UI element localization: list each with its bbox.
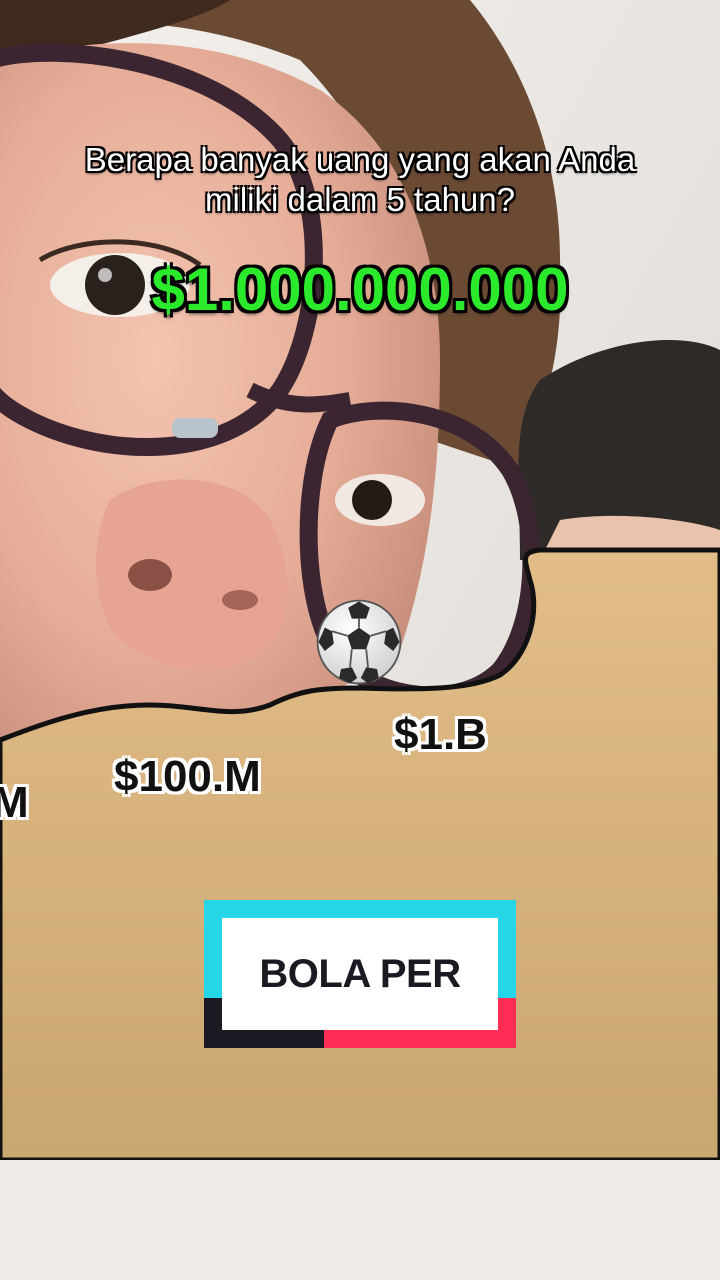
level-label-100m: $100.M [114, 752, 261, 801]
question-text: Berapa banyak uang yang akan Anda miliki… [84, 141, 636, 218]
soccer-ball-icon [316, 599, 402, 685]
brand-badge: BOLA PER [204, 900, 516, 1048]
level-label-left: M [0, 778, 29, 827]
game-stage: Berapa banyak uang yang akan Anda miliki… [0, 0, 720, 1280]
level-label-1b: $1.B [394, 710, 487, 759]
brand-card: BOLA PER [222, 918, 498, 1030]
brand-label: BOLA PER [259, 951, 461, 996]
money-amount: $1.000.000.000 [151, 256, 569, 323]
